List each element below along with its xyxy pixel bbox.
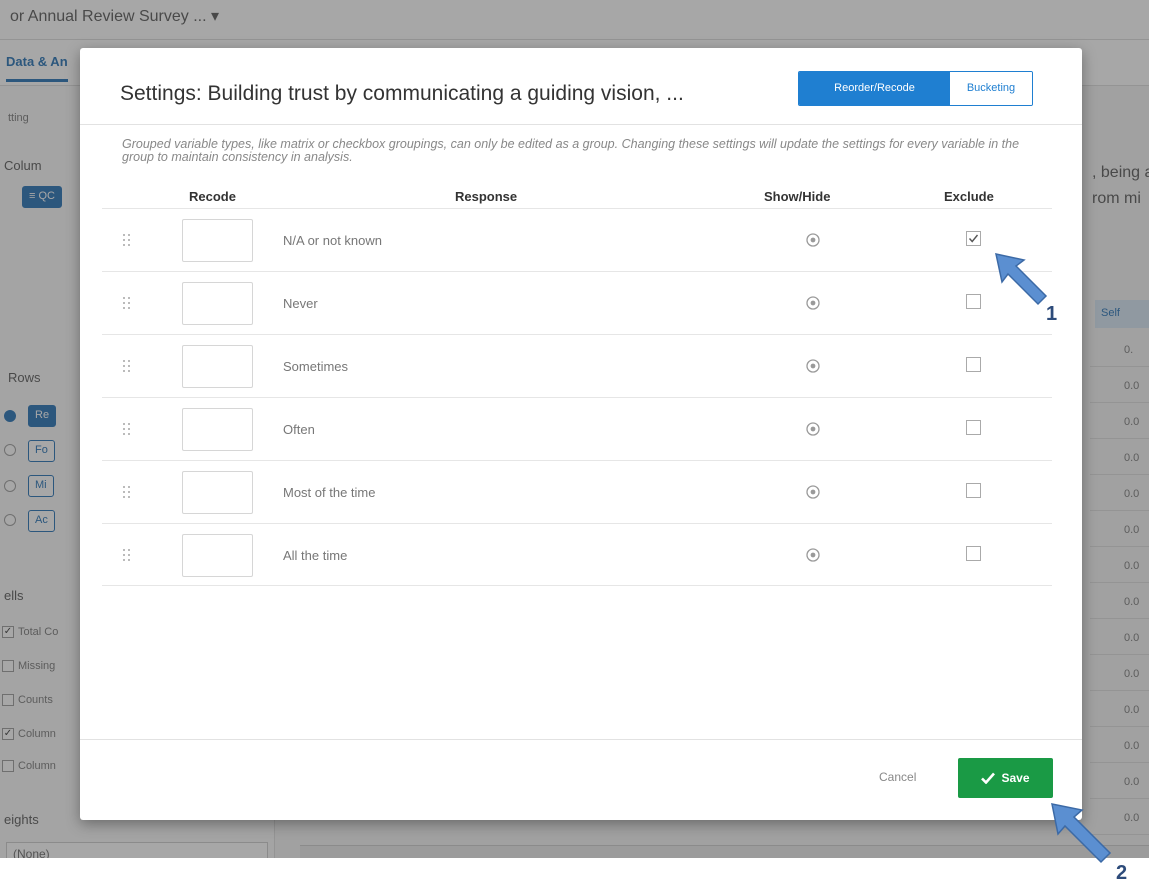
annotation-number-1: 1 [1046, 303, 1058, 325]
modal-title: Settings: Building trust by communicatin… [120, 82, 684, 105]
response-row: Never [102, 271, 1052, 334]
recode-input[interactable] [182, 219, 253, 262]
recode-input[interactable] [182, 282, 253, 325]
eye-icon[interactable] [806, 233, 820, 247]
tab-reorder-recode[interactable]: Reorder/Recode [799, 72, 950, 105]
settings-modal: Settings: Building trust by communicatin… [80, 48, 1082, 820]
annotation-number-2: 2 [1116, 862, 1128, 884]
eye-icon[interactable] [806, 359, 820, 373]
response-row: N/A or not known [102, 208, 1052, 271]
column-header-response: Response [455, 189, 518, 204]
drag-handle-icon[interactable] [123, 360, 131, 373]
response-label: N/A or not known [283, 233, 382, 248]
checkmark-icon [981, 772, 996, 784]
response-label: Most of the time [283, 485, 376, 500]
exclude-checkbox[interactable] [966, 294, 981, 309]
eye-icon[interactable] [806, 548, 820, 562]
recode-input[interactable] [182, 408, 253, 451]
eye-icon[interactable] [806, 422, 820, 436]
recode-input[interactable] [182, 345, 253, 388]
drag-handle-icon[interactable] [123, 549, 131, 562]
drag-handle-icon[interactable] [123, 423, 131, 436]
drag-handle-icon[interactable] [123, 486, 131, 499]
column-header-exclude: Exclude [944, 189, 994, 204]
column-header-show-hide: Show/Hide [764, 189, 831, 204]
save-button-label: Save [1001, 771, 1030, 785]
recode-input[interactable] [182, 534, 253, 577]
annotation-arrow-2 [1051, 803, 1112, 864]
column-header-recode: Recode [189, 189, 236, 204]
response-label: All the time [283, 548, 348, 563]
exclude-checkbox[interactable] [966, 483, 981, 498]
annotation-arrow-1 [995, 253, 1048, 306]
exclude-checkbox[interactable] [966, 357, 981, 372]
response-row: Often [102, 397, 1052, 460]
drag-handle-icon[interactable] [123, 234, 131, 247]
settings-mode-toggle: Reorder/Recode Bucketing [798, 71, 1033, 106]
response-label: Never [283, 296, 318, 311]
save-button[interactable]: Save [958, 758, 1053, 798]
response-label: Sometimes [283, 359, 349, 374]
exclude-checkbox[interactable] [966, 546, 981, 561]
response-list: N/A or not known Never Sometimes Often Most … [102, 208, 1052, 586]
exclude-checkbox[interactable] [966, 420, 981, 435]
divider [80, 739, 1082, 740]
response-label: Often [283, 422, 315, 437]
response-row: Sometimes [102, 334, 1052, 397]
response-row: Most of the time [102, 460, 1052, 523]
drag-handle-icon[interactable] [123, 297, 131, 310]
tab-bucketing[interactable]: Bucketing [950, 72, 1032, 105]
cancel-button[interactable]: Cancel [879, 770, 916, 784]
exclude-checkbox[interactable] [966, 231, 981, 246]
divider [80, 124, 1082, 125]
check-icon [968, 234, 979, 243]
group-edit-note: Grouped variable types, like matrix or c… [122, 137, 1020, 164]
response-row: All the time [102, 523, 1052, 586]
eye-icon[interactable] [806, 296, 820, 310]
recode-input[interactable] [182, 471, 253, 514]
eye-icon[interactable] [806, 485, 820, 499]
